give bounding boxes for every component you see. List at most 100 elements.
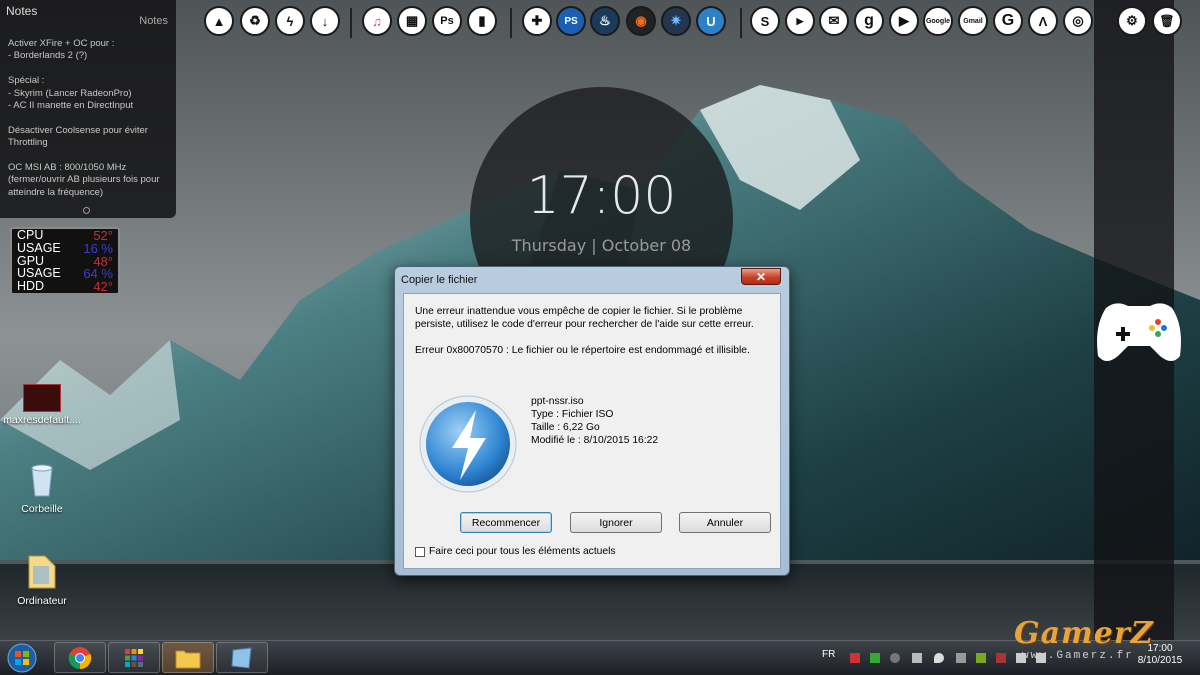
uplay-icon[interactable]: U xyxy=(696,6,726,36)
taskbar-apps[interactable] xyxy=(108,642,160,673)
retry-button[interactable]: Recommencer xyxy=(460,512,552,533)
g-icon[interactable]: G xyxy=(993,6,1023,36)
clock-time: 17:00 xyxy=(526,166,677,226)
notes-text[interactable]: Activer XFire + OC pour : - Borderlands … xyxy=(8,38,168,199)
tray-usb-icon[interactable] xyxy=(956,653,966,663)
gamepad-icon[interactable]: ✚ xyxy=(522,6,552,36)
dock-separator xyxy=(510,8,512,38)
itunes-icon[interactable]: ♫ xyxy=(362,6,392,36)
dock-separator xyxy=(350,8,352,38)
clock-date: Thursday | October 08 xyxy=(511,236,692,255)
dock-glyph: ϟ xyxy=(286,13,294,29)
language-indicator[interactable]: FR xyxy=(822,649,835,660)
cancel-button[interactable]: Annuler xyxy=(679,512,771,533)
desktop-icon-image[interactable]: maxresdefault.... xyxy=(2,384,82,426)
skype-icon[interactable]: S xyxy=(750,6,780,36)
dock-glyph: U xyxy=(706,13,716,29)
desktop-icon-computer[interactable]: Ordinateur xyxy=(2,552,82,607)
dock-glyph: Λ xyxy=(1038,13,1048,29)
dock-glyph: ◎ xyxy=(1072,13,1084,28)
notes-app-icon xyxy=(231,646,252,669)
dialog-title: Copier le fichier xyxy=(401,274,478,286)
gamepad-icon[interactable] xyxy=(1092,298,1186,366)
tray-shield-icon[interactable] xyxy=(870,653,880,663)
desktop-icon-label: Ordinateur xyxy=(17,595,67,607)
mail-icon[interactable]: ✉ xyxy=(819,6,849,36)
dock-glyph: ✚ xyxy=(531,13,543,28)
sysmon-label: HDD xyxy=(17,279,45,294)
ignore-button[interactable]: Ignorer xyxy=(570,512,662,533)
taskbar-explorer[interactable] xyxy=(162,642,214,673)
file-info: ppt-nssr.iso Type : Fichier ISO Taille :… xyxy=(531,395,658,447)
desktop-icon-recycle-bin[interactable]: Corbeille xyxy=(2,462,82,515)
gmail-icon[interactable]: Gmail xyxy=(958,6,988,36)
apply-all-checkbox[interactable] xyxy=(415,546,425,557)
copy-error-dialog[interactable]: Copier le fichier ✕ Une erreur inattendu… xyxy=(394,266,790,576)
apply-all-row[interactable]: Faire ceci pour tous les éléments actuel… xyxy=(415,546,616,557)
close-icon: ✕ xyxy=(755,269,767,284)
dock-glyph: G xyxy=(1001,12,1015,29)
lightning-icon[interactable]: ϟ xyxy=(275,6,305,36)
play-icon[interactable]: ▶ xyxy=(889,6,919,36)
chrome-icon[interactable]: ◎ xyxy=(1063,6,1093,36)
chrome-icon xyxy=(68,646,92,669)
sysmon-value: 42° xyxy=(93,279,113,295)
download-icon[interactable]: ↓ xyxy=(310,6,340,36)
dock-glyph: ▶ xyxy=(796,15,804,26)
youtube-icon[interactable]: ▶ xyxy=(785,6,815,36)
battlenet-icon[interactable]: ✷ xyxy=(661,6,691,36)
close-button[interactable]: ✕ xyxy=(741,268,781,285)
calculator-icon[interactable]: ▦ xyxy=(397,6,427,36)
desktop-icon-label: Corbeille xyxy=(21,503,63,515)
arch-icon[interactable]: Λ xyxy=(1028,6,1058,36)
taskbar-app[interactable] xyxy=(216,642,268,673)
system-monitor-widget: CPU 52° USAGE 16 % GPU 48° USAGE 64 % HD… xyxy=(10,227,120,295)
dock-glyph: Google xyxy=(925,17,951,25)
book-icon[interactable]: ▮ xyxy=(467,6,497,36)
dock-glyph: 🗑 xyxy=(1159,14,1175,28)
google-search-icon[interactable]: Google xyxy=(923,6,953,36)
dock-glyph: ✉ xyxy=(828,13,840,28)
origin-icon[interactable]: ◉ xyxy=(626,6,656,36)
dock-glyph: ▶ xyxy=(899,13,909,28)
dock-glyph: ▦ xyxy=(405,13,419,28)
taskbar-chrome[interactable] xyxy=(54,642,106,673)
error-message: Une erreur inattendue vous empêche de co… xyxy=(415,306,754,330)
dock-glyph: ▲ xyxy=(212,13,226,29)
tray-drop-icon[interactable] xyxy=(934,653,944,663)
dock-glyph: ⚙ xyxy=(1126,13,1138,28)
trash-icon[interactable]: 🗑 xyxy=(1152,6,1182,36)
start-button[interactable] xyxy=(3,643,41,673)
notes-resize-handle[interactable] xyxy=(83,207,90,214)
image-file-icon xyxy=(23,384,61,412)
sysmon-row: HDD 42° xyxy=(12,279,118,295)
dock-separator xyxy=(1106,8,1108,38)
photoshop-icon[interactable]: Ps xyxy=(432,6,462,36)
dock-separator xyxy=(740,8,742,38)
tray-monitor-icon[interactable] xyxy=(996,653,1006,663)
dock-glyph: ♫ xyxy=(372,13,382,29)
recycle-bin-icon xyxy=(31,464,53,497)
tray-network-icon[interactable] xyxy=(912,653,922,663)
desktop-icon-label: maxresdefault.... xyxy=(3,414,81,426)
file-type: Type : Fichier ISO xyxy=(531,409,614,420)
warning-icon[interactable]: ▲ xyxy=(204,6,234,36)
tray-app-icon[interactable] xyxy=(850,653,860,663)
playstation-icon[interactable]: PS xyxy=(556,6,586,36)
folder-icon xyxy=(175,650,201,668)
apps-grid-icon xyxy=(125,648,143,667)
dock-glyph: g xyxy=(864,12,874,29)
file-modified: Modifié le : 8/10/2015 16:22 xyxy=(531,435,659,446)
error-code: Erreur 0x80070570 : Le fichier ou le rép… xyxy=(415,345,750,356)
taskbar-date: 8/10/2015 xyxy=(1137,655,1183,666)
tray-flag-icon[interactable] xyxy=(890,653,900,663)
google-icon[interactable]: g xyxy=(854,6,884,36)
steam-icon[interactable]: ♨ xyxy=(590,6,620,36)
settings-icon[interactable]: ⚙ xyxy=(1117,6,1147,36)
dock-glyph: ♻ xyxy=(249,13,261,28)
recycle-icon[interactable]: ♻ xyxy=(240,6,270,36)
top-dock: ▲ ♻ ϟ ↓ ♫ ▦ Ps ▮ ✚ PS ♨ ◉ ✷ U S ▶ ✉ g ▶ … xyxy=(0,6,1200,40)
taskbar-clock[interactable]: 17:00 8/10/2015 xyxy=(1130,643,1190,667)
tray-gpu-icon[interactable] xyxy=(976,653,986,663)
watermark-url: www.Gamerz.fr xyxy=(1022,650,1134,662)
